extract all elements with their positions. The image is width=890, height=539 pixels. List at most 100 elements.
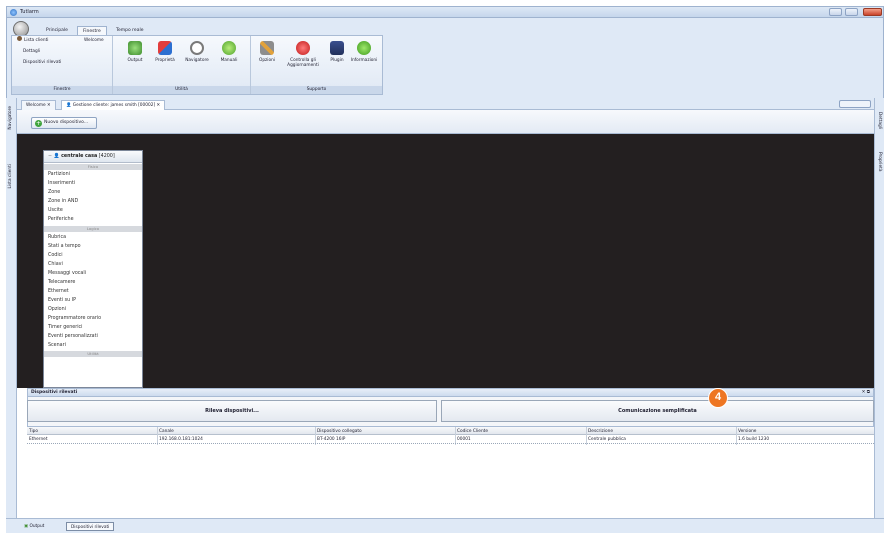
ribbon-item-welcome[interactable]: Welcome [84,36,104,45]
close-tab-icon[interactable]: ✕ [157,103,161,108]
footer-tab-bar: ▣ Output Dispositivi rilevati [6,518,884,533]
check-updates-button[interactable]: Controlla gli Aggiornamenti [283,38,323,68]
ribbon-item-dispositivi-rilevati[interactable]: Dispositivi rilevati [23,58,61,67]
close-button[interactable] [863,8,882,16]
central-header[interactable]: − 👤 centrale casa [4200] [44,151,142,163]
design-canvas[interactable] [17,134,874,388]
tab-tempo-reale[interactable]: Tempo reale [111,26,148,35]
central-item[interactable]: Inserimenti [48,179,75,188]
close-tab-icon[interactable]: ✕ [47,103,51,108]
central-item[interactable]: Uscite [48,206,63,215]
column-header-dispositivo[interactable]: Dispositivo collegato [317,428,362,435]
ribbon: Principale Finestre Tempo reale Lista cl… [6,18,884,98]
central-item[interactable]: Zone [48,188,60,197]
side-tab-proprieta[interactable]: Proprietà [877,152,882,171]
cell-tipo: Ethernet [29,437,48,442]
table-row[interactable]: Ethernet 192.168.0.181:1024 BT-4200 16IP… [27,436,874,444]
side-tab-dettagli[interactable]: Dettagli [877,112,882,129]
central-item[interactable]: Scenari [48,341,66,350]
collapse-icon[interactable]: − [48,154,52,159]
info-icon [357,41,371,55]
cell-versione: 1.6 build 1230 [738,437,770,442]
table-header-row: Tipo Canale Dispositivo collegato Codice… [27,427,874,435]
left-side-panel-strip: Navigatore Lista clienti [6,98,17,518]
finestre-group: Lista clienti Welcome Dettagli Dispositi… [12,36,113,94]
section-utilita: Utilità [44,351,142,357]
tab-welcome[interactable]: Welcome ✕ [21,100,56,110]
output-icon [128,41,142,55]
central-item[interactable]: Partizioni [48,170,70,179]
ribbon-item-dettagli[interactable]: Dettagli [23,47,40,56]
plugin-button[interactable]: Plugin [323,38,351,63]
manuali-button[interactable]: Manuali [215,38,243,63]
tools-icon [260,41,274,55]
central-item[interactable]: Timer generici [48,323,83,332]
output-button[interactable]: Output [121,38,149,63]
compass-icon [190,41,204,55]
cell-canale: 192.168.0.181:1024 [159,437,203,442]
column-header-descrizione[interactable]: Descrizione [588,428,613,435]
user-icon [17,36,22,41]
detected-devices-header: Dispositivi rilevati ✕ ⧉ [27,388,874,397]
document-tab-bar: Welcome ✕ 👤 Gestione cliente: james smit… [17,98,874,110]
column-header-canale[interactable]: Canale [159,428,174,435]
group-label-finestre: Finestre [12,86,112,94]
central-item[interactable]: Eventi su IP [48,296,76,305]
column-header-codice-cliente[interactable]: Codice Cliente [457,428,488,435]
column-header-tipo[interactable]: Tipo [29,428,38,435]
plus-icon: + [35,120,42,127]
right-side-panel-strip: Dettagli Proprietà [874,98,884,518]
central-item[interactable]: Chiavi [48,260,63,269]
central-item[interactable]: Messaggi vocali [48,269,86,278]
navigatore-button[interactable]: Navigatore [183,38,211,63]
central-item[interactable]: Rubrica [48,233,66,242]
new-device-button[interactable]: + Nuovo dispositivo... [31,117,97,129]
central-item[interactable]: Programmatore orario [48,314,101,323]
central-panel[interactable]: − 👤 centrale casa [4200] Fisico Partizio… [43,150,143,388]
footer-tab-output[interactable]: ▣ Output [20,522,48,531]
panel-close-icon[interactable]: ✕ ⧉ [862,389,870,397]
tab-gestione-cliente[interactable]: 👤 Gestione cliente: james smith [00002] … [61,100,166,110]
title-bar: Tutlarm [6,6,884,18]
column-header-versione[interactable]: Versione [738,428,756,435]
devices-table: Tipo Canale Dispositivo collegato Codice… [27,426,874,518]
side-tab-navigatore[interactable]: Navigatore [8,106,13,130]
output-icon: ▣ [24,524,29,529]
central-item[interactable]: Telecamere [48,278,75,287]
minimize-button[interactable] [829,8,842,16]
tab-finestre[interactable]: Finestre [77,26,107,35]
cell-dispositivo: BT-4200 16IP [317,437,346,442]
detect-devices-button[interactable]: Rileva dispositivi... [27,400,437,422]
opzioni-button[interactable]: Opzioni [253,38,281,63]
user-icon: 👤 [66,103,72,108]
update-icon [296,41,310,55]
informazioni-button[interactable]: Informazioni [350,38,378,63]
group-label-supporto: Supporto [251,86,382,94]
proprieta-button[interactable]: Proprietà [151,38,179,63]
supporto-group: Opzioni Controlla gli Aggiornamenti Plug… [251,36,382,94]
window-title: Tutlarm [20,9,39,15]
central-icon: 👤 [53,154,60,159]
central-item[interactable]: Periferiche [48,215,74,224]
utilita-group: Output Proprietà Navigatore Manuali Util… [113,36,251,94]
document-toolbar: + Nuovo dispositivo... [17,110,874,134]
section-logico: Logico [44,226,142,232]
central-item[interactable]: Zone in AND [48,197,78,206]
plugin-icon [330,41,344,55]
tab-principale[interactable]: Principale [41,26,73,35]
ribbon-item-lista-clienti[interactable]: Lista clienti [17,36,49,45]
side-tab-lista-clienti[interactable]: Lista clienti [8,164,13,189]
app-icon [10,9,17,16]
callout-badge: 4 [708,388,728,408]
simplified-communication-button[interactable]: Comunicazione semplificata [441,400,874,422]
group-label-utilita: Utilità [113,86,250,94]
central-item[interactable]: Stati a tempo [48,242,81,251]
cell-codice-cliente: 00001 [457,437,471,442]
window-controls[interactable] [839,100,871,108]
central-item[interactable]: Opzioni [48,305,66,314]
maximize-button[interactable] [845,8,858,16]
central-item[interactable]: Ethernet [48,287,69,296]
central-item[interactable]: Eventi personalizzati [48,332,98,341]
footer-tab-dispositivi-rilevati[interactable]: Dispositivi rilevati [66,522,115,531]
central-item[interactable]: Codici [48,251,63,260]
